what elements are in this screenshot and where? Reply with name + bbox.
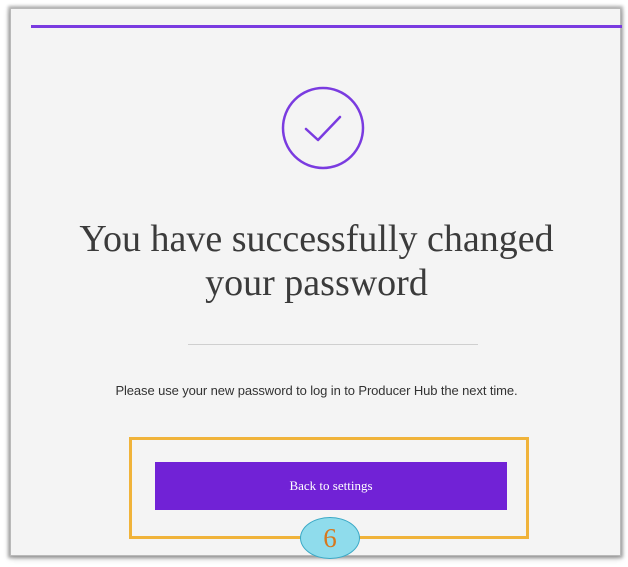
success-title-line-1: You have successfully changed [79,218,554,260]
back-to-settings-button[interactable]: Back to settings [155,462,507,510]
password-changed-panel: You have successfully changed your passw… [10,8,622,559]
top-accent-bar [31,25,622,28]
divider [188,344,478,345]
success-title-line-2: your password [205,262,428,304]
step-number-badge: 6 [300,517,360,559]
success-title: You have successfully changed your passw… [11,217,622,305]
check-circle-icon [280,85,366,171]
instruction-message: Please use your new password to log in t… [115,383,518,398]
